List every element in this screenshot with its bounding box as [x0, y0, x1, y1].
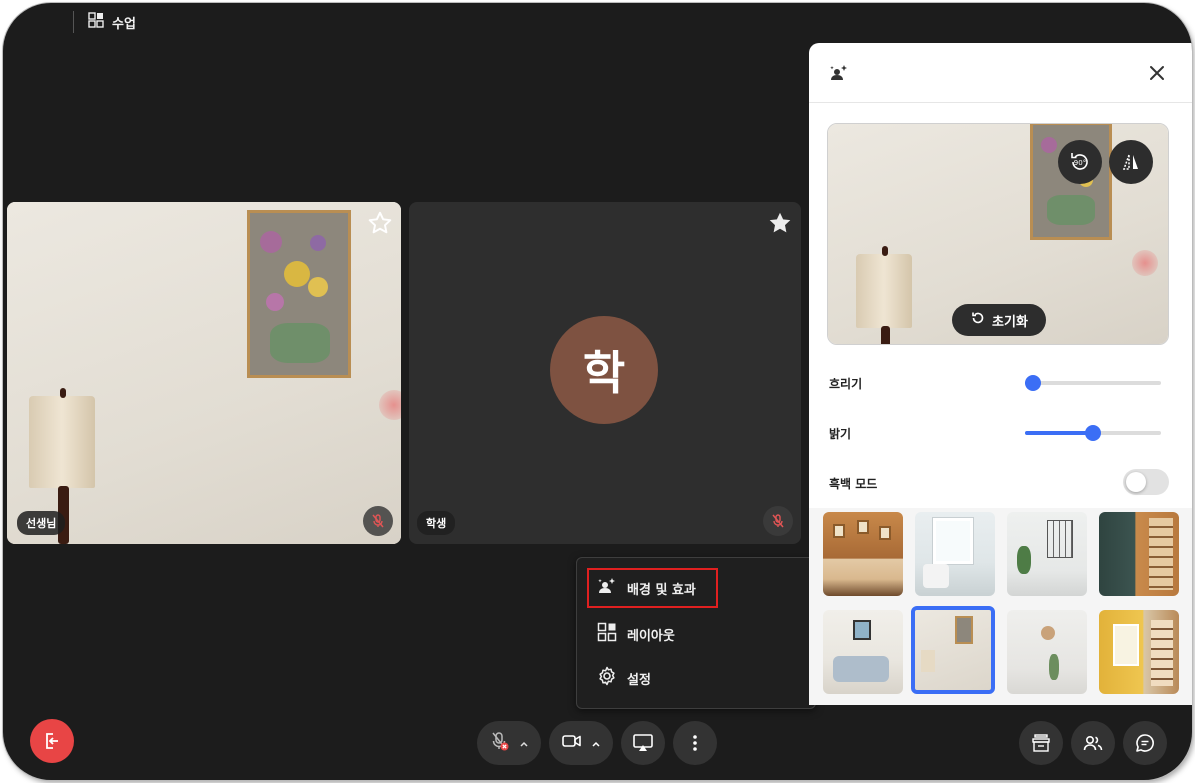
menu-item-label: 배경 및 효과 — [627, 582, 696, 598]
blur-slider[interactable] — [1025, 375, 1161, 391]
toggle-knob — [1126, 472, 1146, 492]
more-options-button[interactable] — [673, 721, 717, 765]
layout-grid-icon — [597, 622, 617, 646]
people-icon — [1083, 736, 1103, 751]
exit-icon — [46, 733, 58, 749]
reset-button[interactable]: 초기화 — [952, 304, 1046, 336]
mic-off-icon — [489, 730, 511, 756]
slider-knob[interactable] — [1085, 425, 1101, 441]
flip-button[interactable] — [1109, 140, 1153, 184]
video-camera-icon — [561, 730, 583, 756]
meeting-title: 수업 — [112, 16, 136, 32]
background-thumbnail[interactable] — [823, 512, 903, 596]
lamp-shade — [29, 396, 95, 488]
chevron-up-icon[interactable] — [519, 734, 529, 753]
background-thumbnail[interactable] — [1099, 610, 1179, 694]
chevron-up-icon[interactable] — [591, 734, 601, 753]
panel-header — [809, 43, 1192, 103]
menu-item-label: 레이아웃 — [627, 628, 675, 644]
background-gallery — [809, 508, 1192, 705]
lamp-finial — [882, 246, 888, 256]
menu-item-background-effects[interactable]: 배경 및 효과 — [587, 568, 718, 608]
background-thumbnail-selected[interactable] — [911, 606, 995, 694]
participant-avatar: 학 — [550, 316, 658, 424]
lamp-finial — [60, 388, 66, 398]
slider-knob[interactable] — [1025, 375, 1041, 391]
more-vertical-icon — [693, 735, 697, 751]
participants-button[interactable] — [1071, 721, 1115, 765]
video-tile-student[interactable]: 학 학생 — [409, 202, 801, 544]
leave-meeting-button[interactable] — [30, 719, 74, 763]
grayscale-label: 흑백 모드 — [829, 477, 878, 491]
rotate-button[interactable]: 90° — [1058, 140, 1102, 184]
sparkle-person-icon — [597, 576, 617, 600]
lamp-shade — [856, 254, 912, 328]
pin-star-icon[interactable] — [367, 210, 393, 236]
mic-muted-icon — [763, 506, 793, 536]
archive-box-icon — [1032, 734, 1050, 752]
screen-share-icon — [633, 734, 653, 751]
mic-control[interactable] — [477, 721, 541, 765]
slider-fill — [1025, 431, 1093, 435]
grayscale-toggle[interactable] — [1123, 469, 1169, 495]
wall-painting — [247, 210, 351, 378]
chat-button[interactable] — [1123, 721, 1167, 765]
video-tile-teacher[interactable]: 선생님 — [7, 202, 401, 544]
menu-item-label: 설정 — [627, 672, 651, 688]
chat-bubble-icon — [1136, 734, 1154, 752]
more-options-menu: 배경 및 효과 레이아웃 설정 — [576, 557, 816, 709]
background-thumbnail[interactable] — [823, 610, 903, 694]
mic-muted-icon — [363, 506, 393, 536]
archive-button[interactable] — [1019, 721, 1063, 765]
menu-item-layout[interactable]: 레이아웃 — [597, 614, 675, 654]
background-thumbnail[interactable] — [1007, 610, 1087, 694]
menu-item-settings[interactable]: 설정 — [597, 658, 651, 698]
screen-share-button[interactable] — [621, 721, 665, 765]
reset-label: 초기화 — [992, 314, 1028, 330]
layout-grid-icon[interactable] — [88, 12, 104, 32]
top-bar: 수업 — [73, 9, 136, 35]
background-thumbnail[interactable] — [915, 512, 995, 596]
blur-label: 흐리기 — [829, 377, 863, 391]
lamp-pole — [881, 326, 890, 344]
close-icon[interactable] — [1149, 65, 1165, 85]
camera-preview: 90° 초기화 — [827, 123, 1169, 345]
gear-icon — [597, 666, 617, 690]
meeting-window: 수업 선생님 학 학생 배경 및 효과 레이아웃 설정 90° 초기화 흐리기 … — [3, 3, 1192, 780]
background-thumbnail[interactable] — [1007, 512, 1087, 596]
background-thumbnail[interactable] — [1099, 512, 1179, 596]
pink-blur-spot — [379, 390, 401, 420]
participant-name-badge: 학생 — [417, 511, 456, 535]
participant-name-badge: 선생님 — [17, 511, 66, 535]
background-effects-panel: 90° 초기화 흐리기 밝기 흑백 모드 — [809, 43, 1192, 705]
brightness-label: 밝기 — [829, 427, 852, 441]
divider — [73, 11, 74, 33]
rotate-label: 90° — [1074, 159, 1086, 167]
camera-control[interactable] — [549, 721, 613, 765]
reset-icon — [970, 310, 986, 330]
sparkle-person-icon — [829, 63, 849, 87]
brightness-slider[interactable] — [1025, 425, 1161, 441]
pin-star-icon[interactable] — [767, 210, 793, 236]
pink-blur-spot — [1132, 250, 1158, 276]
